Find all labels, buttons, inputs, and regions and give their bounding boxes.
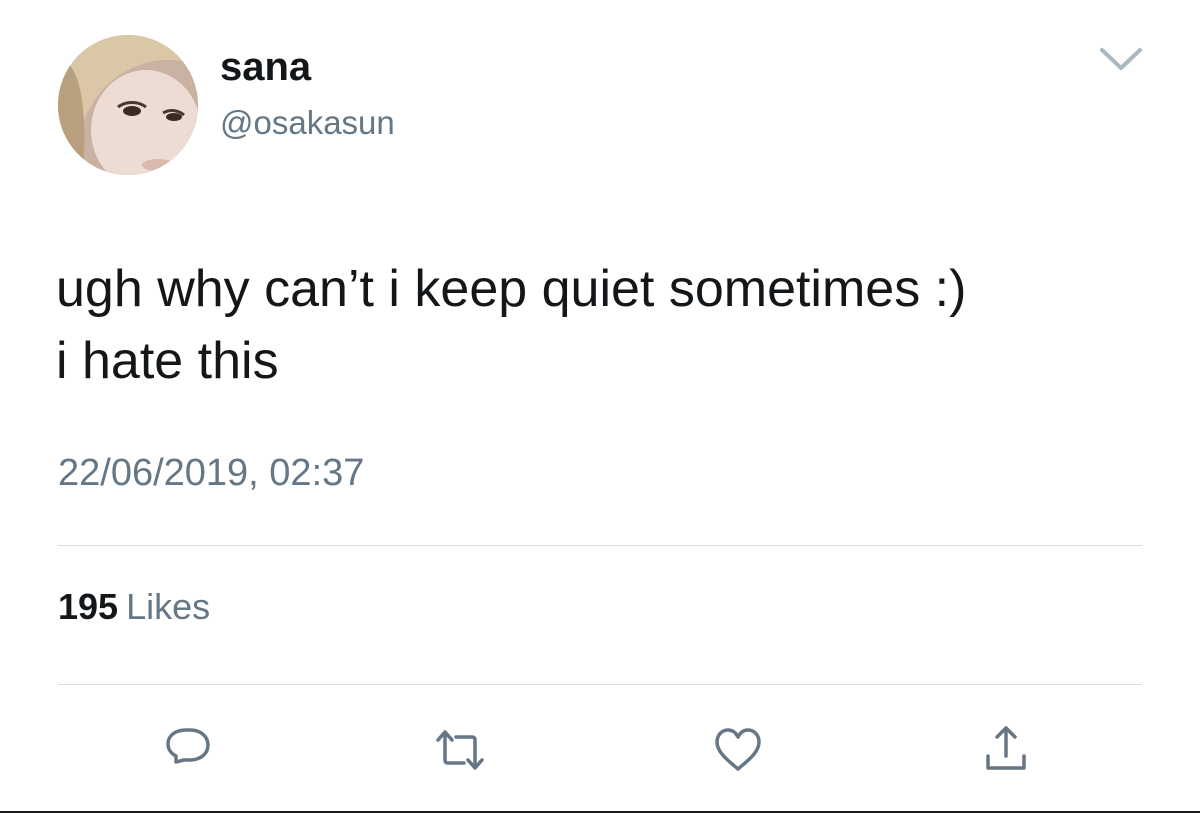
tweet-text: ugh why can’t i keep quiet sometimes :) …: [56, 260, 967, 390]
bottom-border: [0, 811, 1200, 813]
reply-icon[interactable]: [160, 722, 216, 778]
avatar-image: [58, 35, 198, 175]
tweet-card: sana @osakasun ugh why can’t i keep quie…: [0, 0, 1200, 815]
retweet-icon[interactable]: [432, 722, 488, 778]
heart-icon[interactable]: [710, 722, 766, 778]
avatar[interactable]: [58, 35, 198, 175]
likes-stat[interactable]: 195 Likes: [58, 585, 210, 629]
share-icon[interactable]: [978, 722, 1034, 778]
divider: [58, 684, 1142, 685]
likes-label: Likes: [126, 586, 211, 627]
user-handle[interactable]: @osakasun: [220, 103, 395, 143]
display-name[interactable]: sana: [220, 44, 311, 90]
likes-count: 195: [58, 586, 119, 627]
divider: [58, 545, 1142, 546]
tweet-timestamp[interactable]: 22/06/2019, 02:37: [58, 450, 364, 496]
chevron-down-icon[interactable]: [1098, 42, 1144, 76]
